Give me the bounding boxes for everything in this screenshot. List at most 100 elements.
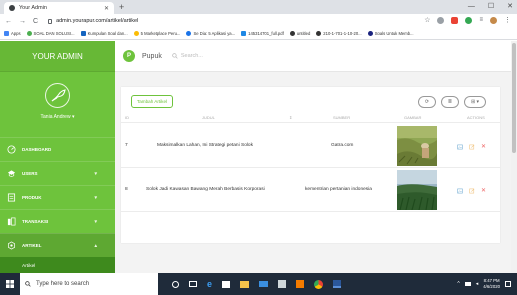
cell-id: 8 xyxy=(125,187,128,192)
view-image-icon[interactable] xyxy=(457,144,463,150)
article-icon xyxy=(6,241,16,251)
tray-chevron-icon[interactable]: ^ xyxy=(457,281,459,287)
bookmark-item[interactable]: 210-1-701-1-10-20... xyxy=(316,31,362,36)
sidebar-item-users[interactable]: USERS ▾ xyxy=(0,161,115,185)
url-field[interactable]: admin.yourapur.com/artikel/artikel xyxy=(48,18,138,24)
sort-icon[interactable]: ⇕ xyxy=(289,115,292,120)
chevron-down-icon: ▾ xyxy=(94,219,97,225)
view-image-icon[interactable] xyxy=(457,188,463,194)
cell-judul: Solok Jadi Kawasan Bawang Merah Berbasis… xyxy=(146,187,265,192)
file-explorer-icon[interactable] xyxy=(240,280,250,288)
bookmark-item[interactable]: Soals Untuk Memb... xyxy=(367,31,414,36)
taskbar: Type here to search e ^ ◂ 8:47 PM 4/6/20… xyxy=(0,273,517,295)
transaction-icon xyxy=(6,217,16,227)
cell-id: 7 xyxy=(125,143,128,148)
bookmark-item[interactable]: 145314701_full.pdf xyxy=(241,31,284,36)
windows-start-icon[interactable] xyxy=(0,273,20,295)
bookmark-item[interactable]: untitled xyxy=(289,31,310,36)
toggle-view-button[interactable]: ≣ xyxy=(441,96,459,108)
close-window-button[interactable]: ✕ xyxy=(507,1,513,13)
columns-dropdown-button[interactable]: ⊞ ▾ xyxy=(464,96,486,108)
onion-field-image xyxy=(397,170,437,210)
farmer-field-image xyxy=(397,126,437,166)
sidebar: YOUR ADMIN Tania Andrew ▾ DASHBOARD USER… xyxy=(0,41,115,293)
bookmark-item[interactable]: SOAL DAN SOLUSI... xyxy=(26,31,75,36)
apps-icon xyxy=(4,31,9,36)
tab-close-icon[interactable]: ✕ xyxy=(104,5,109,12)
word-icon[interactable] xyxy=(333,280,342,288)
delete-icon[interactable]: ✕ xyxy=(481,187,486,194)
taskbar-search[interactable]: Type here to search xyxy=(20,273,158,295)
star-icon[interactable]: ☆ xyxy=(424,17,430,24)
bookmark-item[interactable]: Kumpulan Soal dan... xyxy=(80,31,128,36)
browser-menu-icon[interactable]: ⋮ xyxy=(504,17,511,24)
refresh-button[interactable]: ⟳ xyxy=(418,96,436,108)
col-sumber-header[interactable]: SUMBER xyxy=(333,115,350,120)
bookmark-item[interactable]: Apps xyxy=(4,31,21,36)
edit-icon[interactable] xyxy=(469,188,475,194)
brand-logo[interactable]: YOUR ADMIN xyxy=(0,41,115,72)
extension-green-icon[interactable] xyxy=(465,17,473,24)
chrome-icon[interactable] xyxy=(314,279,324,289)
search-field[interactable]: Search... xyxy=(172,53,203,59)
taskbar-apps: e xyxy=(172,279,342,289)
extensions-puzzle-icon[interactable]: ≡ xyxy=(479,17,483,24)
sidebar-item-label: TRANSAKSI xyxy=(22,219,49,224)
volume-icon[interactable]: ◂ xyxy=(476,281,479,287)
sidebar-item-transaksi[interactable]: TRANSAKSI ▾ xyxy=(0,209,115,233)
user-avatar[interactable] xyxy=(45,83,70,108)
bookmark-item[interactable]: Se Dia: 5 Aplikasi ya... xyxy=(186,31,235,36)
extension-icon[interactable] xyxy=(437,17,445,24)
users-icon xyxy=(6,169,16,179)
articles-card: Tambah Artikel ⟳ ≣ ⊞ ▾ ID JUDUL ⇕ SUMBER… xyxy=(121,87,500,243)
minimize-button[interactable]: — xyxy=(468,1,475,13)
clock-date: 4/6/2020 xyxy=(483,284,500,289)
page-scrollbar[interactable] xyxy=(511,41,517,273)
col-judul-header[interactable]: JUDUL xyxy=(202,115,215,120)
pdf-icon xyxy=(241,31,247,36)
system-tray: ^ ◂ 8:47 PM 4/6/2020 xyxy=(457,273,511,295)
app-icon[interactable] xyxy=(278,280,287,288)
sidebar-item-produk[interactable]: PRODUK ▾ xyxy=(0,185,115,209)
col-id-header[interactable]: ID xyxy=(125,115,129,120)
sidebar-item-label: DASHBOARD xyxy=(22,147,52,152)
dashboard-icon xyxy=(6,145,16,155)
taskbar-search-placeholder: Type here to search xyxy=(36,281,90,287)
store-icon[interactable] xyxy=(222,280,231,288)
window-controls: — ☐ ✕ xyxy=(468,1,513,13)
reload-icon[interactable]: C xyxy=(33,18,38,25)
notifications-icon[interactable] xyxy=(505,281,511,287)
add-article-button[interactable]: Tambah Artikel xyxy=(131,95,173,108)
col-gambar-header[interactable]: GAMBAR xyxy=(404,115,421,120)
scrollbar-thumb[interactable] xyxy=(512,43,516,153)
cell-sumber: Gatra.com xyxy=(331,143,354,148)
bookmark-item[interactable]: 5 Marketplace Peru... xyxy=(133,31,180,36)
app-orange-icon[interactable] xyxy=(296,280,305,288)
sidebar-menu: DASHBOARD USERS ▾ PRODUK ▾ TRANSAKSI ▾ A… xyxy=(0,137,115,293)
profile-avatar-icon[interactable] xyxy=(490,17,497,24)
browser-tab[interactable]: Your Admin ✕ xyxy=(4,2,114,14)
maximize-button[interactable]: ☐ xyxy=(488,1,494,13)
mail-icon[interactable] xyxy=(259,281,269,287)
new-tab-button[interactable]: + xyxy=(119,2,124,12)
sidebar-item-label: PRODUK xyxy=(22,195,42,200)
forward-icon[interactable]: → xyxy=(19,18,26,25)
edit-icon[interactable] xyxy=(469,144,475,150)
network-icon[interactable] xyxy=(464,282,471,286)
task-view-icon[interactable] xyxy=(189,281,197,287)
chevron-down-icon: ▾ xyxy=(94,171,97,177)
address-bar-row: ← → C admin.yourapur.com/artikel/artikel… xyxy=(0,14,517,28)
cortana-icon[interactable] xyxy=(172,280,179,288)
chevron-down-icon: ▾ xyxy=(94,195,97,201)
avatar-plant-icon xyxy=(51,88,66,101)
sidebar-item-artikel[interactable]: ARTIKEL ▴ xyxy=(0,233,115,257)
edge-icon[interactable]: e xyxy=(207,279,212,289)
back-icon[interactable]: ← xyxy=(5,18,12,25)
user-name[interactable]: Tania Andrew ▾ xyxy=(0,114,115,120)
chevron-up-icon: ▴ xyxy=(94,243,97,249)
delete-icon[interactable]: ✕ xyxy=(481,143,486,150)
extension-red-icon[interactable] xyxy=(451,17,459,24)
clock[interactable]: 8:47 PM 4/6/2020 xyxy=(483,278,500,290)
lock-icon xyxy=(48,18,53,24)
sidebar-item-dashboard[interactable]: DASHBOARD xyxy=(0,137,115,161)
